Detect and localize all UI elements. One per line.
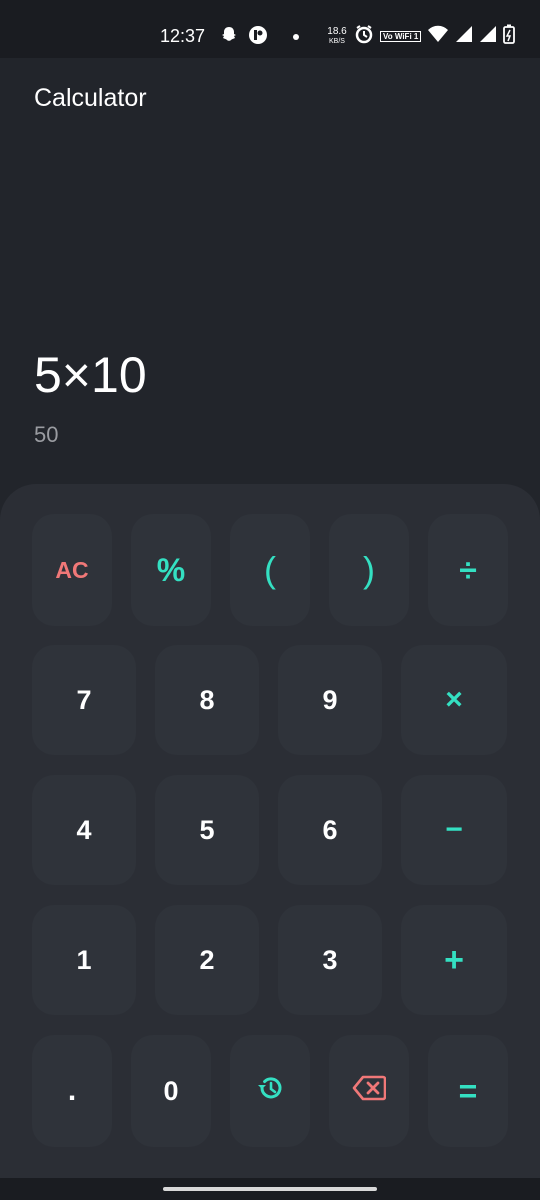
notification-app-icon [248,25,268,50]
digit-5-label: 5 [199,814,215,845]
digit-1-button[interactable]: 1 [32,905,136,1015]
decimal-point-label: . [67,1074,77,1107]
digit-9-label: 9 [322,684,338,715]
digit-2-button[interactable]: 2 [155,905,259,1015]
digit-2-label: 2 [199,944,215,975]
digit-5-button[interactable]: 5 [155,775,259,885]
alarm-icon [354,24,374,49]
digit-0-label: 0 [163,1075,179,1106]
divide-button-label: ÷ [459,551,477,588]
digit-3-button[interactable]: 3 [278,905,382,1015]
wifi-icon [427,25,449,48]
signal-strength-icon [455,25,473,48]
more-notifications-dot-icon [278,26,302,49]
status-bar: 12:37 18.6 KB/S Vo WiFi 1 [0,0,540,58]
multiply-button[interactable]: × [401,645,507,755]
network-speed: 18.6 KB/S [326,25,348,47]
status-time: 12:37 [160,26,206,46]
equals-button-label: = [458,1072,478,1109]
result-display: 50 [34,422,59,447]
equals-button[interactable]: = [428,1035,508,1147]
digit-9-button[interactable]: 9 [278,645,382,755]
home-indicator[interactable] [163,1187,377,1191]
digit-4-label: 4 [76,814,92,845]
open-paren-button[interactable]: ( [230,514,310,626]
percent-button[interactable]: % [131,514,211,626]
history-icon [255,1073,285,1110]
snapchat-icon [220,26,238,49]
signal-strength-2-icon [479,25,497,48]
digit-1-label: 1 [76,944,92,975]
close-paren-button-label: ) [363,549,375,590]
percent-button-label: % [156,551,186,588]
digit-6-button[interactable]: 6 [278,775,382,885]
plus-button-label: + [444,940,464,979]
app-title: Calculator [34,84,147,112]
clear-button[interactable]: AC [32,514,112,626]
volte-wifi-badge: Vo WiFi 1 [380,31,422,42]
digit-8-button[interactable]: 8 [155,645,259,755]
network-speed-value: 18.6 [327,25,347,37]
digit-3-label: 3 [322,944,338,975]
digit-6-label: 6 [322,814,338,845]
keypad: AC % ( ) ÷ 7 8 9 × 4 5 6 − 1 2 3 + . 0 = [0,484,540,1178]
network-speed-unit: KB/S [329,37,345,45]
battery-charging-icon [503,24,516,49]
digit-7-button[interactable]: 7 [32,645,136,755]
open-paren-button-label: ( [264,549,276,590]
clear-button-label: AC [55,556,89,583]
divide-button[interactable]: ÷ [428,514,508,626]
navigation-bar [0,1178,540,1200]
minus-button-label: − [445,813,463,846]
multiply-button-label: × [445,683,463,716]
digit-4-button[interactable]: 4 [32,775,136,885]
backspace-button[interactable] [329,1035,409,1147]
digit-7-label: 7 [76,684,92,715]
expression-display[interactable]: 5×10 [34,346,147,404]
digit-8-label: 8 [199,684,215,715]
minus-button[interactable]: − [401,775,507,885]
history-button[interactable] [230,1035,310,1147]
close-paren-button[interactable]: ) [329,514,409,626]
digit-0-button[interactable]: 0 [131,1035,211,1147]
plus-button[interactable]: + [401,905,507,1015]
backspace-icon [352,1075,387,1108]
decimal-point-button[interactable]: . [32,1035,112,1147]
